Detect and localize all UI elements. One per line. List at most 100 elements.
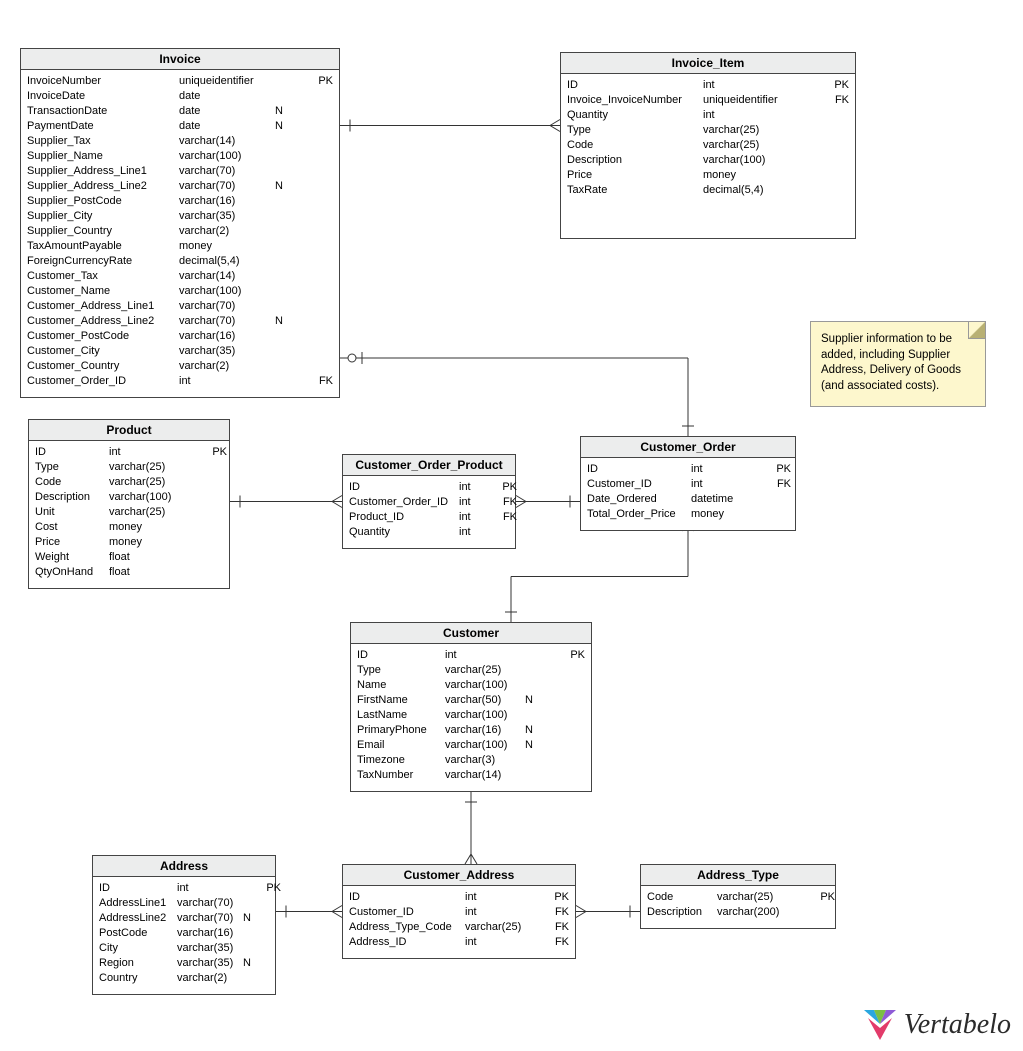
- column-key: FK: [547, 905, 569, 920]
- column-key: [563, 723, 585, 738]
- column-type: varchar(25): [445, 663, 525, 678]
- column-row: Quantityint: [349, 525, 509, 540]
- column-type: varchar(100): [109, 490, 189, 505]
- column-key: [311, 149, 333, 164]
- column-key: [311, 359, 333, 374]
- column-row: InvoiceNumberuniqueidentifierPK: [27, 74, 333, 89]
- sticky-note: Supplier information to be added, includ…: [810, 321, 986, 407]
- column-key: PK: [311, 74, 333, 89]
- column-name: Address_Type_Code: [349, 920, 465, 935]
- column-row: IDintPK: [99, 881, 269, 896]
- column-type: varchar(14): [179, 134, 275, 149]
- column-name: ID: [357, 648, 445, 663]
- column-key: [827, 123, 849, 138]
- column-nullable: [275, 299, 291, 314]
- column-key: [827, 168, 849, 183]
- column-key: [311, 179, 333, 194]
- column-nullable: [275, 329, 291, 344]
- column-type: varchar(200): [717, 905, 797, 920]
- column-nullable: N: [275, 179, 291, 194]
- column-row: Invoice_InvoiceNumberuniqueidentifierFK: [567, 93, 849, 108]
- column-row: Supplier_Address_Line1varchar(70): [27, 164, 333, 179]
- entity-body: IDintPKInvoice_InvoiceNumberuniqueidenti…: [561, 74, 855, 238]
- column-name: Quantity: [567, 108, 703, 123]
- column-type: varchar(70): [177, 911, 243, 926]
- column-nullable: [275, 254, 291, 269]
- column-type: varchar(100): [179, 149, 275, 164]
- entity-title: Customer: [351, 623, 591, 644]
- column-type: varchar(16): [179, 194, 275, 209]
- column-key: [311, 104, 333, 119]
- column-type: varchar(25): [465, 920, 531, 935]
- column-type: varchar(14): [445, 768, 525, 783]
- column-nullable: [275, 224, 291, 239]
- brand-mark-icon: [864, 1010, 896, 1040]
- column-key: [311, 239, 333, 254]
- column-nullable: N: [243, 911, 259, 926]
- column-key: [205, 550, 227, 565]
- column-name: Code: [567, 138, 703, 153]
- column-row: Cityvarchar(35): [99, 941, 269, 956]
- column-type: varchar(2): [179, 224, 275, 239]
- column-row: Supplier_Cityvarchar(35): [27, 209, 333, 224]
- column-row: Weightfloat: [35, 550, 223, 565]
- column-nullable: [805, 138, 821, 153]
- column-nullable: [805, 168, 821, 183]
- column-nullable: N: [275, 119, 291, 134]
- entity-address_type: Address_TypeCodevarchar(25)PKDescription…: [640, 864, 836, 929]
- column-row: TaxRatedecimal(5,4): [567, 183, 849, 198]
- column-type: date: [179, 104, 275, 119]
- column-name: City: [99, 941, 177, 956]
- note-text: Supplier information to be added, includ…: [821, 333, 961, 392]
- column-type: money: [109, 535, 189, 550]
- column-name: Address_ID: [349, 935, 465, 950]
- column-nullable: [479, 525, 495, 540]
- column-nullable: [805, 153, 821, 168]
- column-name: Description: [35, 490, 109, 505]
- column-nullable: N: [275, 314, 291, 329]
- column-row: Supplier_Taxvarchar(14): [27, 134, 333, 149]
- column-name: Supplier_PostCode: [27, 194, 179, 209]
- column-type: varchar(35): [177, 941, 243, 956]
- column-type: int: [703, 108, 805, 123]
- column-type: varchar(25): [717, 890, 797, 905]
- column-key: PK: [563, 648, 585, 663]
- column-type: uniqueidentifier: [703, 93, 805, 108]
- column-name: ID: [35, 445, 109, 460]
- column-type: int: [459, 510, 479, 525]
- column-type: money: [109, 520, 189, 535]
- column-type: int: [703, 78, 805, 93]
- column-key: [205, 505, 227, 520]
- column-type: int: [109, 445, 189, 460]
- column-type: varchar(70): [179, 164, 275, 179]
- column-name: Customer_Name: [27, 284, 179, 299]
- column-type: varchar(70): [179, 314, 275, 329]
- column-row: PaymentDatedateN: [27, 119, 333, 134]
- column-key: [311, 194, 333, 209]
- column-type: varchar(25): [703, 138, 805, 153]
- column-key: [311, 224, 333, 239]
- column-row: Descriptionvarchar(100): [567, 153, 849, 168]
- column-row: Customer_IDintFK: [587, 477, 789, 492]
- column-key: PK: [205, 445, 227, 460]
- column-type: varchar(35): [177, 956, 243, 971]
- column-name: Code: [647, 890, 717, 905]
- column-name: PrimaryPhone: [357, 723, 445, 738]
- column-nullable: N: [525, 693, 541, 708]
- column-key: [205, 520, 227, 535]
- column-type: varchar(25): [109, 460, 189, 475]
- column-row: Supplier_PostCodevarchar(16): [27, 194, 333, 209]
- column-name: Type: [357, 663, 445, 678]
- column-row: Codevarchar(25)PK: [647, 890, 829, 905]
- column-row: QtyOnHandfloat: [35, 565, 223, 580]
- column-key: [769, 492, 791, 507]
- column-type: varchar(2): [179, 359, 275, 374]
- column-row: IDintPK: [349, 480, 509, 495]
- column-type: int: [445, 648, 525, 663]
- column-nullable: [479, 510, 495, 525]
- column-key: FK: [547, 935, 569, 950]
- column-name: ID: [99, 881, 177, 896]
- entity-body: IDintPKCustomer_IDintFKDate_Ordereddatet…: [581, 458, 795, 530]
- column-key: [563, 663, 585, 678]
- column-key: [827, 108, 849, 123]
